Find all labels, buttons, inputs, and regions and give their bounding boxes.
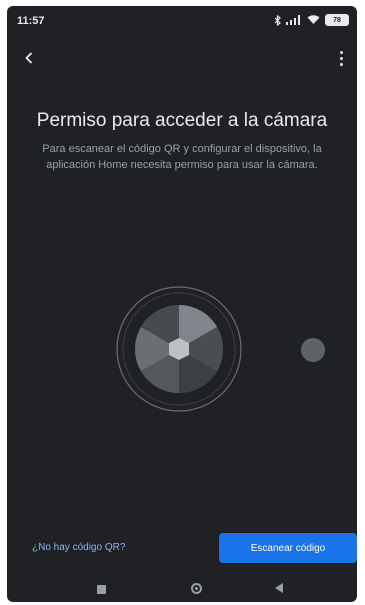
permission-description: Para escanear el código QR y configurar …: [42, 143, 322, 171]
status-bar: 11:57 78: [7, 6, 357, 36]
more-vert-dot: [339, 56, 343, 60]
camera-aperture-icon: [116, 286, 325, 412]
signal-icon: [286, 15, 300, 25]
back-button[interactable]: [25, 44, 45, 72]
back-arrow-icon: [25, 52, 33, 64]
status-time: 11:57: [17, 15, 45, 27]
no-qr-code-link[interactable]: ¿No hay código QR?: [32, 542, 125, 553]
more-vert-dot: [339, 62, 343, 66]
recent-apps-icon[interactable]: [97, 585, 106, 594]
page-title: Permiso para acceder a la cámara: [36, 110, 328, 131]
top-app-bar: [7, 44, 357, 72]
bottom-actions: ¿No hay código QR? Escanear código: [7, 533, 357, 565]
scan-code-button[interactable]: Escanear código: [219, 533, 357, 563]
phone-screen: 11:57 78 Permiso para acceder a la cámar…: [7, 6, 357, 602]
bluetooth-icon: [274, 14, 281, 26]
nav-back-icon[interactable]: [275, 583, 283, 593]
battery-icon: 78: [325, 14, 349, 26]
status-icons: 78: [274, 14, 349, 26]
more-options-button[interactable]: [337, 48, 345, 68]
home-icon[interactable]: [191, 583, 202, 594]
wifi-icon: [307, 15, 320, 24]
system-nav-bar: [7, 579, 357, 602]
more-vert-icon: [339, 50, 343, 54]
